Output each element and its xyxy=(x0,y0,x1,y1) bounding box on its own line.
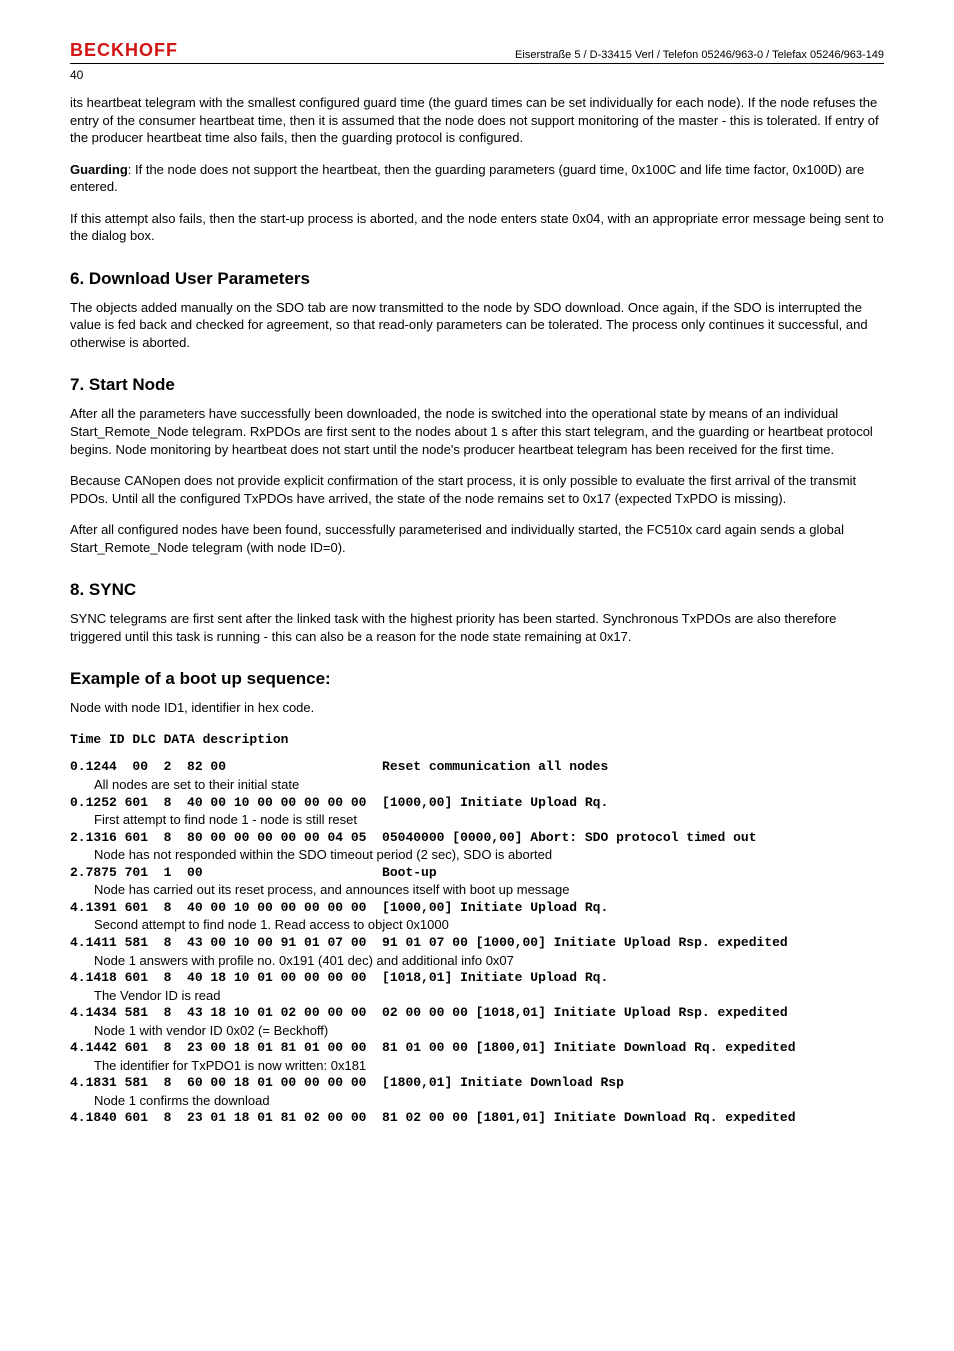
seq-desc-8: The identifier for TxPDO1 is now written… xyxy=(94,1057,884,1075)
seq-desc-1: First attempt to find node 1 - node is s… xyxy=(94,811,884,829)
seq-mono-5: 4.1411 581 8 43 00 10 00 91 01 07 00 91 … xyxy=(70,934,884,952)
guarding-label: Guarding xyxy=(70,162,128,177)
seq-desc-9: Node 1 confirms the download xyxy=(94,1092,884,1110)
table-header: Time ID DLC DATA description xyxy=(70,731,884,749)
seq-desc-7: Node 1 with vendor ID 0x02 (= Beckhoff) xyxy=(94,1022,884,1040)
guarding-para: Guarding: If the node does not support t… xyxy=(70,161,884,196)
seq-desc-4: Second attempt to find node 1. Read acce… xyxy=(94,916,884,934)
heading-7: 7. Start Node xyxy=(70,375,884,395)
intro-para-3: If this attempt also fails, then the sta… xyxy=(70,210,884,245)
seq-desc-6: The Vendor ID is read xyxy=(94,987,884,1005)
seq-desc-0: All nodes are set to their initial state xyxy=(94,776,884,794)
guarding-text: : If the node does not support the heart… xyxy=(70,162,864,195)
example-intro: Node with node ID1, identifier in hex co… xyxy=(70,699,884,717)
h7-para-2: Because CANopen does not provide explici… xyxy=(70,472,884,507)
h8-para-1: SYNC telegrams are first sent after the … xyxy=(70,610,884,645)
h7-para-1: After all the parameters have successful… xyxy=(70,405,884,458)
seq-mono-2: 2.1316 601 8 80 00 00 00 00 00 04 05 050… xyxy=(70,829,884,847)
heading-8: 8. SYNC xyxy=(70,580,884,600)
header-address: Eiserstraße 5 / D-33415 Verl / Telefon 0… xyxy=(515,49,884,61)
page-header: BECKHOFF Eiserstraße 5 / D-33415 Verl / … xyxy=(70,40,884,64)
seq-desc-2: Node has not responded within the SDO ti… xyxy=(94,846,884,864)
seq-mono-0: 0.1244 00 2 82 00 Reset communication al… xyxy=(70,758,884,776)
brand-logo: BECKHOFF xyxy=(70,40,178,61)
seq-mono-1: 0.1252 601 8 40 00 10 00 00 00 00 00 [10… xyxy=(70,794,884,812)
h7-para-3: After all configured nodes have been fou… xyxy=(70,521,884,556)
intro-para-1: its heartbeat telegram with the smallest… xyxy=(70,94,884,147)
seq-desc-3: Node has carried out its reset process, … xyxy=(94,881,884,899)
h6-para-1: The objects added manually on the SDO ta… xyxy=(70,299,884,352)
seq-desc-5: Node 1 answers with profile no. 0x191 (4… xyxy=(94,952,884,970)
seq-mono-6: 4.1418 601 8 40 18 10 01 00 00 00 00 [10… xyxy=(70,969,884,987)
seq-mono-9: 4.1831 581 8 60 00 18 01 00 00 00 00 [18… xyxy=(70,1074,884,1092)
heading-6: 6. Download User Parameters xyxy=(70,269,884,289)
bootup-sequence: 0.1244 00 2 82 00 Reset communication al… xyxy=(70,758,884,1126)
seq-mono-4: 4.1391 601 8 40 00 10 00 00 00 00 00 [10… xyxy=(70,899,884,917)
heading-example: Example of a boot up sequence: xyxy=(70,669,884,689)
seq-mono-7: 4.1434 581 8 43 18 10 01 02 00 00 00 02 … xyxy=(70,1004,884,1022)
seq-mono-10: 4.1840 601 8 23 01 18 01 81 02 00 00 81 … xyxy=(70,1109,884,1127)
page-number: 40 xyxy=(70,68,884,82)
seq-mono-8: 4.1442 601 8 23 00 18 01 81 01 00 00 81 … xyxy=(70,1039,884,1057)
seq-mono-3: 2.7875 701 1 00 Boot-up xyxy=(70,864,884,882)
